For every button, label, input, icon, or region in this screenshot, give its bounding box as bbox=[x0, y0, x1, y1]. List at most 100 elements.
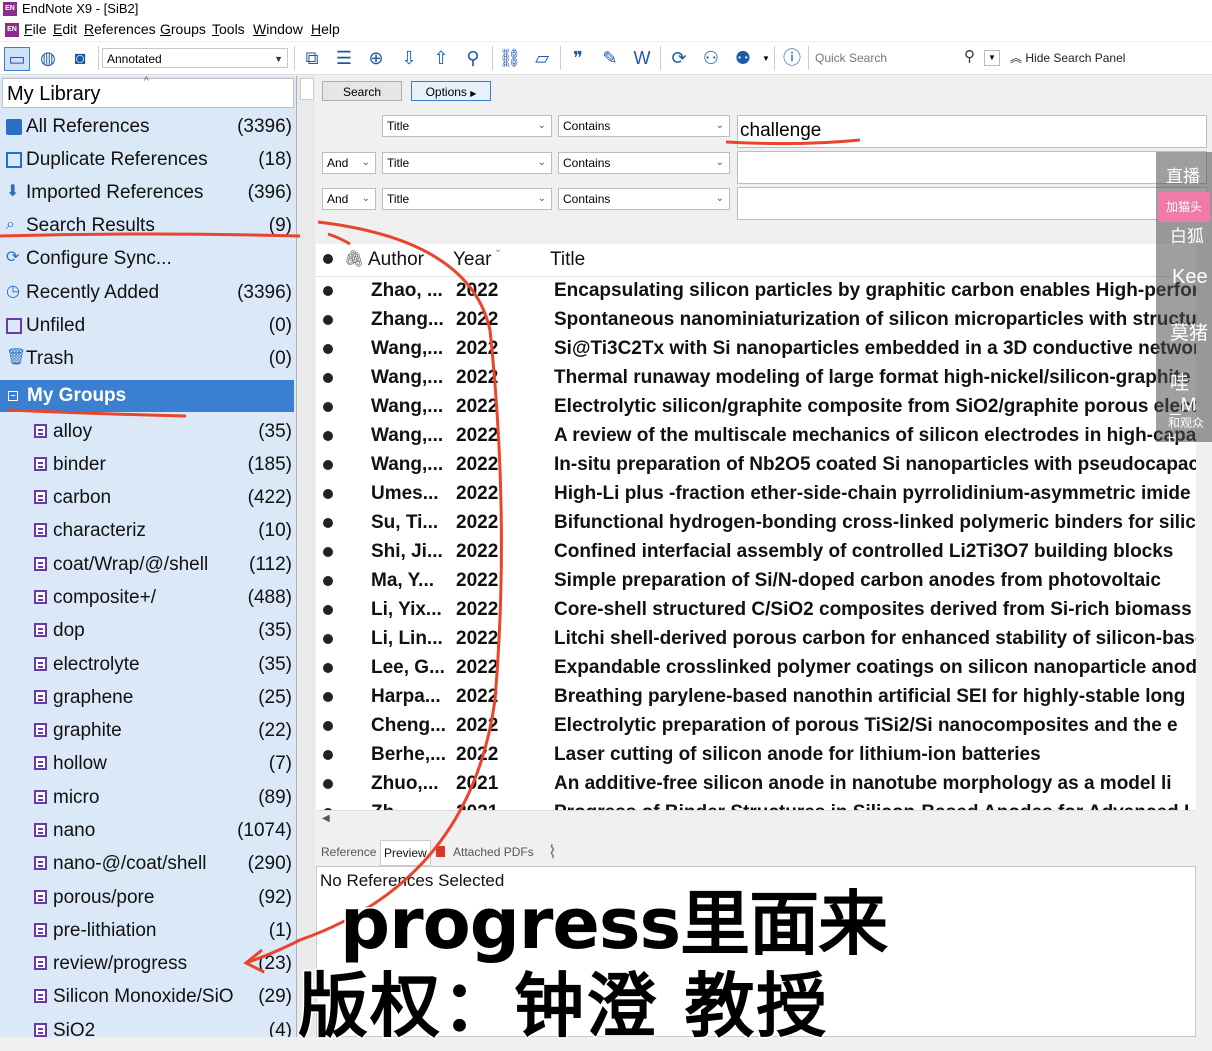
attachment-column-icon[interactable]: 🖇 bbox=[344, 244, 364, 276]
group-item-composite[interactable]: composite+/ (488) bbox=[34, 581, 294, 614]
table-row[interactable]: Wang,... 2022 Thermal runaway modeling of … bbox=[316, 363, 1196, 392]
table-row[interactable]: Zhang... 2022 Spontaneous nanominiaturizat… bbox=[316, 305, 1196, 334]
open-file-icon[interactable]: ▱ bbox=[530, 47, 554, 69]
menu-references[interactable]: References bbox=[84, 21, 156, 37]
group-item-review-progress[interactable]: review/progress (23) bbox=[34, 947, 294, 980]
search-operator-select-2[interactable]: Contains ⌄ bbox=[558, 152, 730, 174]
search-button[interactable]: Search bbox=[322, 81, 402, 101]
menu-window[interactable]: Window bbox=[253, 21, 303, 37]
author-column-header[interactable]: Author bbox=[368, 244, 424, 276]
table-row[interactable]: Li, Yix... 2022 Core-shell structured C/Si… bbox=[316, 595, 1196, 624]
insert-citation-icon[interactable]: ❞ bbox=[566, 47, 590, 69]
chevron-down-icon[interactable]: ▼ bbox=[762, 54, 770, 63]
options-button[interactable]: Options ▶ bbox=[411, 81, 491, 101]
new-reference-icon[interactable]: ☰ bbox=[332, 47, 356, 69]
paperclip-icon[interactable]: ⌇ bbox=[548, 842, 557, 863]
help-icon[interactable]: ⓘ bbox=[780, 47, 804, 69]
menu-file[interactable]: File bbox=[24, 21, 47, 37]
open-link-icon[interactable]: ⛓ bbox=[498, 47, 522, 69]
search-field-select-1[interactable]: Title ⌄ bbox=[382, 115, 552, 137]
group-item-nano[interactable]: nano (1074) bbox=[34, 814, 294, 847]
quick-search-options-icon[interactable]: ▼ bbox=[984, 50, 1000, 66]
my-groups-header[interactable]: – My Groups bbox=[0, 380, 294, 412]
table-row[interactable]: Li, Lin... 2022 Litchi shell-derived porou… bbox=[316, 624, 1196, 653]
group-item-micro[interactable]: micro (89) bbox=[34, 781, 294, 814]
library-item-configure-sync[interactable]: ⟳ Configure Sync... bbox=[6, 242, 294, 275]
table-row[interactable]: Wang,... 2022 A review of the multiscale m… bbox=[316, 421, 1196, 450]
search-field-select-3[interactable]: Title ⌄ bbox=[382, 188, 552, 210]
library-item-duplicate-references[interactable]: Duplicate References (18) bbox=[6, 143, 294, 176]
table-row[interactable]: Umes... 2022 High-Li plus -fraction ether-… bbox=[316, 479, 1196, 508]
group-item-nano-coat-shell[interactable]: nano-@/coat/shell (290) bbox=[34, 847, 294, 880]
table-row[interactable]: Zhao, ... 2022 Encapsulating silicon parti… bbox=[316, 276, 1196, 305]
table-row[interactable]: Shi, Ji... 2022 Confined interfacial assem… bbox=[316, 537, 1196, 566]
local-library-mode-icon[interactable]: ▭ bbox=[4, 47, 30, 71]
group-item-dop[interactable]: dop (35) bbox=[34, 614, 294, 647]
group-item-pre-lithiation[interactable]: pre-lithiation (1) bbox=[34, 914, 294, 947]
collapse-icon[interactable]: – bbox=[8, 391, 18, 401]
share-icon[interactable]: ⚇ bbox=[699, 47, 723, 69]
table-row[interactable]: Zhuo,... 2021 An additive-free silicon ano… bbox=[316, 769, 1196, 798]
library-item-trash[interactable]: 🗑 Trash (0) bbox=[6, 342, 294, 375]
export-icon[interactable]: ⇧ bbox=[429, 47, 453, 69]
online-search-icon[interactable]: ⊕ bbox=[364, 47, 388, 69]
table-row[interactable]: Ma, Y... 2022 Simple preparation of Si/N-d… bbox=[316, 566, 1196, 595]
tab-preview[interactable]: Preview bbox=[380, 840, 431, 866]
group-item-characteriz[interactable]: characteriz (10) bbox=[34, 514, 294, 547]
search-term-input-1[interactable]: challenge bbox=[737, 115, 1207, 148]
library-item-all-references[interactable]: All References (3396) bbox=[6, 110, 294, 143]
copy-to-library-icon[interactable]: ⧉ bbox=[300, 47, 324, 69]
menu-groups[interactable]: Groups bbox=[160, 21, 206, 37]
table-row[interactable]: Lee, G... 2022 Expandable crosslinked poly… bbox=[316, 653, 1196, 682]
format-bibliography-icon[interactable]: ✎ bbox=[598, 47, 622, 69]
search-operator-select-1[interactable]: Contains ⌄ bbox=[558, 115, 730, 137]
menu-edit[interactable]: Edit bbox=[53, 21, 77, 37]
group-item-alloy[interactable]: alloy (35) bbox=[34, 415, 294, 448]
library-item-search-results[interactable]: ⌕ Search Results (9) bbox=[6, 209, 294, 242]
output-style-select[interactable]: Annotated ▼ bbox=[102, 48, 288, 68]
table-row[interactable]: Harpa... 2022 Breathing parylene-based nan… bbox=[316, 682, 1196, 711]
group-item-graphite[interactable]: graphite (22) bbox=[34, 714, 294, 747]
menu-tools[interactable]: Tools bbox=[212, 21, 245, 37]
horizontal-scrollbar[interactable]: ◀ bbox=[316, 810, 1196, 829]
sync-icon[interactable]: ⟳ bbox=[667, 47, 691, 69]
integrated-library-mode-icon[interactable]: ◙ bbox=[68, 47, 92, 69]
read-status-column-icon[interactable] bbox=[323, 254, 333, 264]
quick-search-input[interactable]: Quick Search bbox=[812, 48, 965, 68]
group-item-silicon-monoxide[interactable]: Silicon Monoxide/SiO (29) bbox=[34, 980, 294, 1013]
library-item-imported-references[interactable]: ⬇ Imported References (396) bbox=[6, 176, 294, 209]
table-row[interactable]: Berhe,... 2022 Laser cutting of silicon an… bbox=[316, 740, 1196, 769]
group-item-sio2[interactable]: SiO2 (4) bbox=[34, 1014, 294, 1037]
table-row[interactable]: Su, Ti... 2022 Bifunctional hydrogen-bondi… bbox=[316, 508, 1196, 537]
year-column-header[interactable]: Year bbox=[453, 244, 491, 276]
group-item-porous[interactable]: porous/pore (92) bbox=[34, 881, 294, 914]
table-row[interactable]: Wang,... 2022 Electrolytic silicon/graphit… bbox=[316, 392, 1196, 421]
tab-attached-pdfs[interactable]: Attached PDFs bbox=[450, 840, 537, 864]
group-sharing-icon[interactable]: ⚉ bbox=[731, 47, 755, 69]
table-row[interactable]: Cheng... 2022 Electrolytic preparation of … bbox=[316, 711, 1196, 740]
search-term-input-2[interactable] bbox=[737, 151, 1207, 184]
search-bool-select-3[interactable]: And ⌄ bbox=[322, 188, 376, 210]
table-row[interactable]: Wang,... 2022 Si@Ti3C2Tx with Si nanoparti… bbox=[316, 334, 1196, 363]
group-item-carbon[interactable]: carbon (422) bbox=[34, 481, 294, 514]
hide-search-panel-button[interactable]: ︽ Hide Search Panel bbox=[1010, 49, 1125, 66]
title-column-header[interactable]: Title bbox=[550, 244, 585, 276]
search-operator-select-3[interactable]: Contains ⌄ bbox=[558, 188, 730, 210]
find-duplicates-icon[interactable]: ⚲ bbox=[461, 47, 485, 69]
online-search-mode-icon[interactable]: ◍ bbox=[36, 47, 60, 69]
library-item-unfiled[interactable]: Unfiled (0) bbox=[6, 309, 294, 342]
group-item-binder[interactable]: binder (185) bbox=[34, 448, 294, 481]
search-icon[interactable]: ⚲ bbox=[964, 47, 975, 65]
search-field-select-2[interactable]: Title ⌄ bbox=[382, 152, 552, 174]
search-term-input-3[interactable] bbox=[737, 187, 1207, 220]
library-item-recently-added[interactable]: ◷ Recently Added (3396) bbox=[6, 276, 294, 309]
scrollbar-thumb[interactable] bbox=[300, 78, 314, 100]
find-full-text-icon[interactable]: ⇩ bbox=[397, 47, 421, 69]
group-item-coat-wrap-shell[interactable]: coat/Wrap/@/shell (112) bbox=[34, 548, 294, 581]
panel-splitter[interactable] bbox=[297, 76, 315, 1037]
endnote-menu-icon[interactable]: EN bbox=[5, 23, 19, 37]
menu-help[interactable]: Help bbox=[311, 21, 340, 37]
group-item-electrolyte[interactable]: electrolyte (35) bbox=[34, 648, 294, 681]
search-bool-select-2[interactable]: And ⌄ bbox=[322, 152, 376, 174]
tab-reference[interactable]: Reference bbox=[318, 840, 379, 864]
